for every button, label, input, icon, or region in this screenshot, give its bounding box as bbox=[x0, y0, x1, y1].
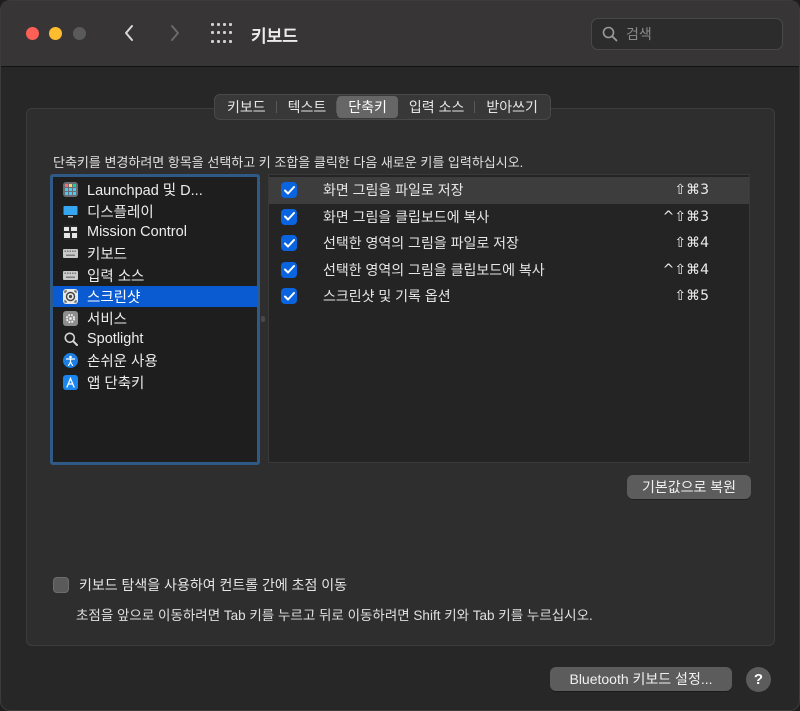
shortcut-label: 선택한 영역의 그림을 파일로 저장 bbox=[323, 235, 519, 252]
shortcut-enabled-checkbox[interactable] bbox=[281, 261, 297, 278]
checkmark-icon bbox=[283, 291, 295, 301]
category-label: 손쉬운 사용 bbox=[87, 354, 158, 371]
category-label: 앱 단축키 bbox=[87, 375, 145, 392]
checkmark-icon bbox=[283, 185, 295, 195]
shortcut-label: 스크린샷 및 기록 옵션 bbox=[323, 288, 451, 305]
category-label: 입력 소스 bbox=[87, 268, 145, 285]
category-item-keyboard[interactable]: 키보드 bbox=[53, 243, 257, 264]
shortcut-keys[interactable]: ⇧⌘5 bbox=[674, 288, 709, 304]
shortcut-label: 선택한 영역의 그림을 클립보드에 복사 bbox=[323, 261, 545, 278]
category-item-app-shortcuts[interactable]: 앱 단축키 bbox=[53, 372, 257, 393]
keyboard-navigation-option[interactable]: 키보드 탐색을 사용하여 컨트롤 간에 초점 이동 bbox=[53, 575, 347, 595]
forward-button[interactable] bbox=[163, 19, 187, 47]
shortcut-table: 화면 그림을 파일로 저장 ⇧⌘3 화면 그림을 클립보드에 복사 ^⇧⌘3 선… bbox=[268, 174, 750, 463]
shortcut-label: 화면 그림을 파일로 저장 bbox=[323, 182, 464, 199]
back-button[interactable] bbox=[117, 19, 141, 47]
shortcut-keys[interactable]: ^⇧⌘3 bbox=[663, 209, 709, 225]
category-item-screenshot[interactable]: 스크린샷 bbox=[53, 285, 257, 308]
accessibility-icon bbox=[63, 353, 78, 369]
category-item-input-sources[interactable]: 입력 소스 bbox=[53, 265, 257, 286]
window-title: 키보드 bbox=[251, 27, 298, 46]
category-label: 서비스 bbox=[87, 311, 128, 328]
chevron-left-icon bbox=[125, 25, 133, 41]
checkmark-icon bbox=[283, 265, 295, 274]
tab-keyboard[interactable]: 키보드 bbox=[216, 96, 277, 118]
tab-dictation[interactable]: 받아쓰기 bbox=[475, 96, 549, 118]
restore-defaults-button[interactable]: 기본값으로 복원 bbox=[627, 475, 751, 499]
display-icon bbox=[63, 204, 78, 219]
category-item-services[interactable]: 서비스 bbox=[53, 307, 257, 328]
input-source-icon bbox=[63, 268, 78, 283]
category-label: Mission Control bbox=[87, 224, 187, 241]
checkmark-icon bbox=[283, 212, 295, 221]
screenshot-icon bbox=[63, 289, 78, 305]
category-item-display[interactable]: 디스플레이 bbox=[53, 200, 257, 221]
shortcut-enabled-checkbox[interactable] bbox=[281, 288, 297, 305]
chevron-right-icon bbox=[171, 25, 179, 41]
shortcut-label: 화면 그림을 클립보드에 복사 bbox=[323, 208, 490, 225]
minimize-window-button[interactable] bbox=[49, 27, 62, 40]
checkmark-icon bbox=[283, 238, 295, 248]
search-field[interactable] bbox=[591, 18, 783, 50]
shortcut-keys[interactable]: ^⇧⌘4 bbox=[663, 262, 709, 278]
title-bar: 키보드 bbox=[1, 1, 799, 67]
keyboard-navigation-description: 초점을 앞으로 이동하려면 Tab 키를 누르고 뒤로 이동하려면 Shift … bbox=[76, 608, 593, 623]
category-label: 키보드 bbox=[87, 247, 128, 264]
help-button[interactable]: ? bbox=[746, 667, 771, 692]
split-view-divider-handle[interactable] bbox=[261, 316, 265, 322]
shortcut-row[interactable]: 화면 그림을 파일로 저장 ⇧⌘3 bbox=[269, 177, 749, 204]
app-shortcuts-icon bbox=[63, 374, 78, 390]
shortcut-row[interactable]: 화면 그림을 클립보드에 복사 ^⇧⌘3 bbox=[269, 204, 749, 231]
keyboard-navigation-label: 키보드 탐색을 사용하여 컨트롤 간에 초점 이동 bbox=[79, 577, 348, 593]
show-all-grid-button[interactable] bbox=[211, 23, 233, 45]
keyboard-icon bbox=[63, 246, 78, 261]
shortcut-row[interactable]: 선택한 영역의 그림을 파일로 저장 ⇧⌘4 bbox=[269, 230, 749, 257]
search-input[interactable] bbox=[626, 26, 776, 42]
shortcut-enabled-checkbox[interactable] bbox=[281, 182, 297, 199]
category-item-mission-control[interactable]: Mission Control bbox=[53, 222, 257, 243]
shortcut-enabled-checkbox[interactable] bbox=[281, 208, 297, 225]
tab-bar: 키보드 텍스트 단축키 입력 소스 받아쓰기 bbox=[214, 94, 551, 120]
close-window-button[interactable] bbox=[26, 27, 39, 40]
system-preferences-window: 키보드 키보드 텍스트 단축키 입력 소스 받아쓰기 단축키를 변경하려면 항목… bbox=[0, 0, 800, 711]
spotlight-icon bbox=[63, 332, 78, 347]
shortcut-category-list[interactable]: Launchpad 및 D... 디스플레이 Mission Control 키… bbox=[50, 174, 260, 465]
bluetooth-keyboard-setup-button[interactable]: Bluetooth 키보드 설정... bbox=[550, 667, 732, 691]
search-icon bbox=[602, 26, 618, 42]
zoom-window-button[interactable] bbox=[73, 27, 86, 40]
category-label: Spotlight bbox=[87, 331, 144, 348]
tab-shortcuts[interactable]: 단축키 bbox=[337, 96, 398, 118]
shortcut-keys[interactable]: ⇧⌘4 bbox=[674, 235, 709, 251]
shortcut-row[interactable]: 스크린샷 및 기록 옵션 ⇧⌘5 bbox=[269, 283, 749, 310]
shortcut-enabled-checkbox[interactable] bbox=[281, 235, 297, 252]
category-label: Launchpad 및 D... bbox=[87, 183, 203, 200]
category-item-accessibility[interactable]: 손쉬운 사용 bbox=[53, 350, 257, 371]
services-gear-icon bbox=[63, 310, 78, 326]
category-label: 디스플레이 bbox=[87, 204, 154, 221]
instruction-text: 단축키를 변경하려면 항목을 선택하고 키 조합을 클릭한 다음 새로운 키를 … bbox=[53, 155, 524, 170]
launchpad-icon bbox=[63, 182, 78, 198]
mission-control-icon bbox=[63, 224, 78, 240]
category-item-launchpad[interactable]: Launchpad 및 D... bbox=[53, 179, 257, 200]
keyboard-navigation-checkbox[interactable] bbox=[53, 577, 69, 593]
shortcut-row[interactable]: 선택한 영역의 그림을 클립보드에 복사 ^⇧⌘4 bbox=[269, 257, 749, 284]
tab-text[interactable]: 텍스트 bbox=[277, 96, 338, 118]
shortcut-keys[interactable]: ⇧⌘3 bbox=[674, 182, 709, 198]
category-label: 스크린샷 bbox=[87, 290, 141, 307]
category-item-spotlight[interactable]: Spotlight bbox=[53, 329, 257, 350]
tab-input-sources[interactable]: 입력 소스 bbox=[398, 96, 476, 118]
